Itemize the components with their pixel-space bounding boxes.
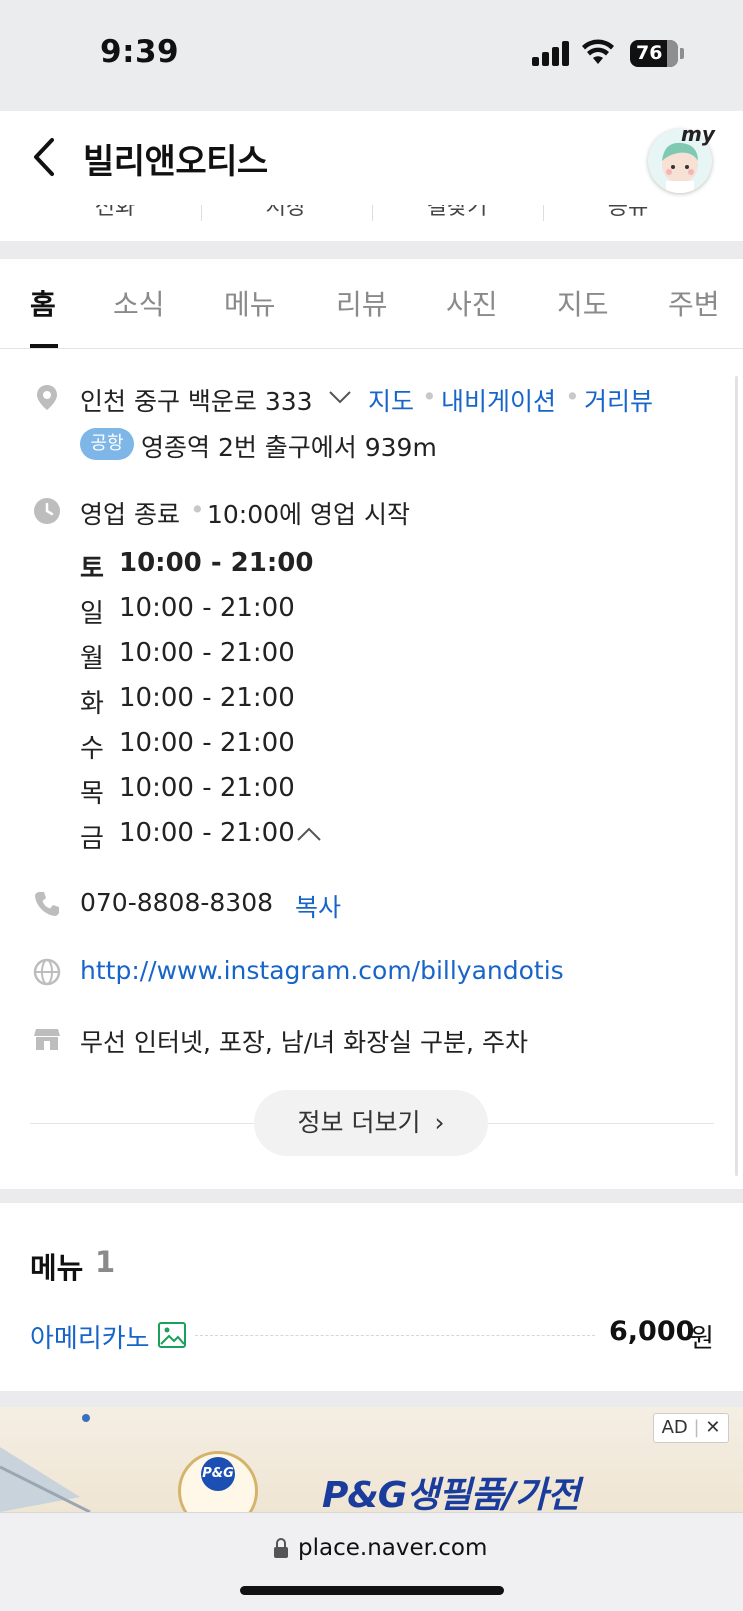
hours-time: 10:00 - 21:00 xyxy=(119,773,295,803)
ad-tag[interactable]: AD | ✕ xyxy=(653,1413,729,1443)
store-icon xyxy=(34,1029,60,1050)
directions-action[interactable]: 길찾기 xyxy=(372,205,542,221)
hours-day: 토 xyxy=(80,554,104,584)
address-text: 인천 중구 백운로 333 xyxy=(80,387,313,416)
tab-nearby[interactable]: 주변 xyxy=(668,283,720,323)
tab-news[interactable]: 소식 xyxy=(113,283,165,323)
hours-status: 영업 종료 xyxy=(80,500,180,529)
phone-number: 070-8808-8308 xyxy=(80,888,274,917)
lock-icon xyxy=(274,1538,288,1558)
save-action[interactable]: 저장 xyxy=(201,205,371,221)
streetview-link[interactable]: 거리뷰 xyxy=(584,382,653,418)
chevron-right-icon: › xyxy=(434,1108,445,1137)
menu-section-title: 메뉴 xyxy=(30,1251,84,1285)
separator-dot: • xyxy=(190,495,205,524)
more-info-label: 정보 더보기 xyxy=(297,1108,421,1137)
tab-map[interactable]: 지도 xyxy=(557,283,609,323)
home-indicator[interactable] xyxy=(240,1586,504,1595)
tab-menu[interactable]: 메뉴 xyxy=(224,283,276,323)
hours-time: 10:00 - 21:00 xyxy=(119,548,314,578)
navigation-link[interactable]: 내비게이션 xyxy=(441,382,556,418)
hours-day: 화 xyxy=(80,689,104,719)
page-title: 빌리앤오티스 xyxy=(83,142,268,182)
call-action[interactable]: 전화 xyxy=(30,205,200,221)
clock-icon xyxy=(34,498,60,524)
hours-time: 10:00 - 21:00 xyxy=(119,818,295,848)
battery-level: 76 xyxy=(636,42,663,64)
airport-badge: 공항 xyxy=(80,428,134,460)
cellular-signal-icon xyxy=(532,40,570,66)
hours-time: 10:00 - 21:00 xyxy=(119,728,295,758)
url-text[interactable]: place.naver.com xyxy=(298,1535,487,1561)
tab-reviews[interactable]: 리뷰 xyxy=(336,283,388,323)
subway-info: 영종역 2번 출구에서 939m xyxy=(141,433,437,462)
back-icon[interactable] xyxy=(28,134,68,180)
menu-item-price: 6,000 xyxy=(609,1316,695,1347)
globe-icon xyxy=(33,958,61,986)
hours-day: 월 xyxy=(80,644,104,674)
tab-photos[interactable]: 사진 xyxy=(446,283,498,323)
hours-time: 10:00 - 21:00 xyxy=(119,593,295,623)
ad-headline: P&G생필품/가전 xyxy=(322,1475,580,1516)
battery-icon: 76 xyxy=(630,40,678,67)
amenities-text: 무선 인터넷, 포장, 남/녀 화장실 구분, 주차 xyxy=(80,1028,528,1057)
menu-item-name[interactable]: 아메리카노 xyxy=(30,1318,150,1355)
battery-tip xyxy=(680,48,684,59)
hours-day: 일 xyxy=(80,599,104,629)
photo-icon xyxy=(158,1322,186,1348)
hours-time: 10:00 - 21:00 xyxy=(119,683,295,713)
tab-bar: 홈 소식 메뉴 리뷰 사진 지도 주변 xyxy=(0,259,743,349)
hours-time: 10:00 - 21:00 xyxy=(119,638,295,668)
chevron-up-icon[interactable] xyxy=(296,826,322,842)
menu-leader-line xyxy=(195,1335,595,1336)
separator-dot: • xyxy=(565,382,580,411)
my-label: my xyxy=(681,122,715,146)
location-pin-icon xyxy=(37,385,57,410)
place-info-card xyxy=(0,349,743,1189)
hours-day: 금 xyxy=(80,824,104,854)
more-info-button[interactable]: 정보 더보기 › xyxy=(254,1090,488,1156)
share-action[interactable]: 공유 xyxy=(543,205,713,221)
phone-icon xyxy=(35,892,59,916)
wifi-icon xyxy=(582,39,614,64)
tab-home[interactable]: 홈 xyxy=(30,283,56,323)
menu-section xyxy=(0,1203,743,1391)
hours-day: 수 xyxy=(80,734,104,764)
ad-label: AD xyxy=(661,1417,688,1438)
menu-count: 1 xyxy=(95,1245,116,1279)
action-strip: 전화 저장 길찾기 공유 xyxy=(0,205,743,241)
ad-brand-logo: P&G xyxy=(201,1457,235,1491)
hours-day: 목 xyxy=(80,779,104,809)
hours-next-open: 10:00에 영업 시작 xyxy=(207,500,410,529)
close-ad-icon[interactable]: ✕ xyxy=(705,1417,720,1438)
menu-item-price-unit: 원 xyxy=(690,1324,714,1354)
active-tab-indicator xyxy=(30,344,58,348)
separator-dot: • xyxy=(422,382,437,411)
chevron-down-icon[interactable] xyxy=(328,389,352,405)
status-time: 9:39 xyxy=(100,34,180,70)
browser-address-bar[interactable] xyxy=(0,1512,743,1611)
scrollbar[interactable] xyxy=(735,376,738,1176)
map-link[interactable]: 지도 xyxy=(368,382,414,418)
copy-phone-button[interactable]: 복사 xyxy=(295,888,341,924)
website-link[interactable]: http://www.instagram.com/billyandotis xyxy=(80,956,564,985)
